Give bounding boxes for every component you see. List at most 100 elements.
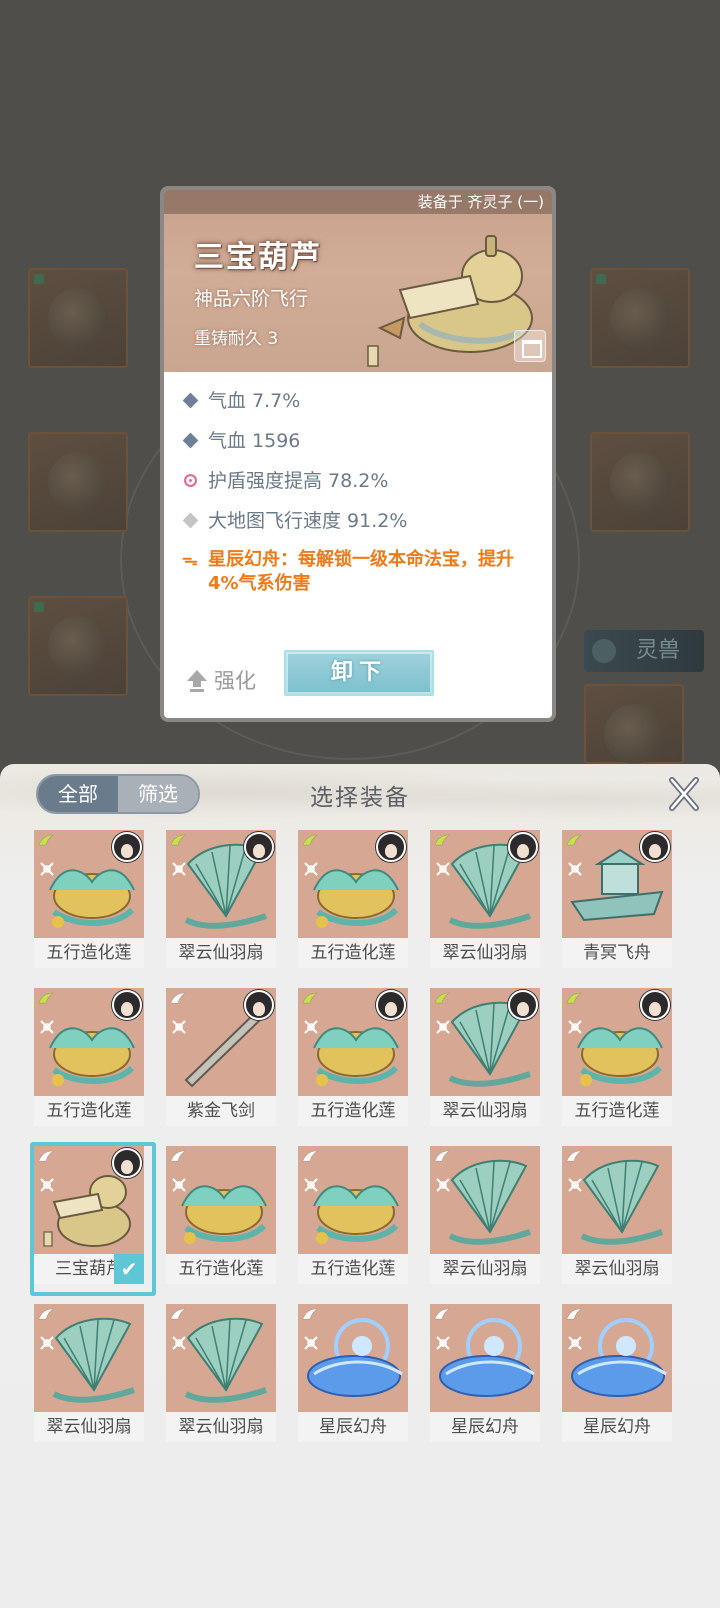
unequip-button[interactable]: 卸下 xyxy=(284,650,434,696)
equipment-name: 翠云仙羽扇 xyxy=(430,1096,540,1126)
equipment-tile[interactable]: 翠云仙羽扇 xyxy=(166,1304,276,1442)
equipment-artwork xyxy=(562,830,672,938)
item-image xyxy=(307,1318,403,1397)
equipment-tile[interactable]: 翠云仙羽扇 xyxy=(166,830,276,968)
item-image xyxy=(43,1175,131,1247)
equipment-tile[interactable]: 翠云仙羽扇 xyxy=(430,830,540,968)
equipment-name: 五行造化莲 xyxy=(562,1096,672,1126)
equipment-tile[interactable]: 星辰幻舟 xyxy=(298,1304,408,1442)
equipment-artwork xyxy=(34,830,144,938)
scene-equip-slot xyxy=(28,432,128,532)
equipment-tile[interactable]: 三宝葫芦 ✔ xyxy=(30,1142,156,1296)
attribute-list: 气血 7.7% 气血 1596 护盾强度提高 78.2% 大地图飞行速度 91.… xyxy=(182,388,542,610)
equipment-tile[interactable]: 五行造化莲 xyxy=(34,988,144,1126)
wing-rank-icon xyxy=(302,992,318,1004)
wing-rank-icon xyxy=(170,1150,186,1162)
equipment-tile[interactable]: 青冥飞舟 xyxy=(562,830,672,968)
equipment-tile[interactable]: 五行造化莲 xyxy=(298,988,408,1126)
upgrade-arrow-icon xyxy=(187,670,207,692)
equipment-tile[interactable]: 五行造化莲 xyxy=(562,988,672,1126)
wing-rank-icon xyxy=(170,834,186,846)
owner-avatar xyxy=(244,832,274,862)
element-rune-icon xyxy=(568,1336,582,1350)
lock-toggle-button[interactable] xyxy=(514,330,546,362)
equipment-name: 五行造化莲 xyxy=(298,1096,408,1126)
wing-rank-icon xyxy=(566,834,582,846)
equipment-tile[interactable]: 星辰幻舟 xyxy=(562,1304,672,1442)
element-rune-icon xyxy=(436,1178,450,1192)
equipment-tile[interactable]: 星辰幻舟 xyxy=(430,1304,540,1442)
enhance-button[interactable]: 强化 xyxy=(184,666,256,696)
equipment-tile[interactable]: 五行造化莲 xyxy=(298,830,408,968)
wing-rank-icon xyxy=(170,992,186,1004)
attribute-row: 气血 7.7% xyxy=(182,388,542,414)
panel-title: 选择装备 xyxy=(310,785,410,811)
wing-rank-icon xyxy=(38,834,54,846)
wing-rank-icon xyxy=(170,1308,186,1320)
element-rune-icon xyxy=(304,1336,318,1350)
element-rune-icon xyxy=(304,862,318,876)
equipment-tile[interactable]: 五行造化莲 xyxy=(34,830,144,968)
equipment-tile[interactable]: 翠云仙羽扇 xyxy=(430,1146,540,1284)
close-icon[interactable] xyxy=(666,774,702,814)
element-rune-icon xyxy=(304,1178,318,1192)
equipment-tile[interactable]: 翠云仙羽扇 xyxy=(34,1304,144,1442)
element-rune-icon xyxy=(436,1020,450,1034)
owner-avatar xyxy=(112,832,142,862)
equipment-tile[interactable]: 翠云仙羽扇 xyxy=(430,988,540,1126)
scene-equip-slot xyxy=(584,684,684,764)
special-effect-text: 星辰幻舟：每解锁一级本命法宝，提升4%气系伤害 xyxy=(208,549,514,594)
equipment-tile[interactable]: 翠云仙羽扇 xyxy=(562,1146,672,1284)
item-image xyxy=(448,1159,531,1245)
attribute-text: 大地图飞行速度 91.2% xyxy=(208,510,408,532)
diamond-icon xyxy=(182,392,199,409)
element-rune-icon xyxy=(568,862,582,876)
owner-avatar xyxy=(112,1148,142,1178)
attribute-text: 护盾强度提高 78.2% xyxy=(208,470,389,492)
spirit-beast-icon xyxy=(592,639,616,663)
equipment-artwork xyxy=(34,988,144,1096)
wing-rank-icon xyxy=(434,834,450,846)
equipment-name: 五行造化莲 xyxy=(34,1096,144,1126)
element-rune-icon xyxy=(568,1020,582,1034)
equipment-tile[interactable]: 五行造化莲 xyxy=(166,1146,276,1284)
wing-rank-icon xyxy=(38,1308,54,1320)
element-rune-icon xyxy=(304,1020,318,1034)
element-rune-icon xyxy=(40,862,54,876)
wing-rank-icon xyxy=(302,834,318,846)
equipment-name: 星辰幻舟 xyxy=(298,1412,408,1442)
element-rune-icon xyxy=(40,1020,54,1034)
equipment-tile[interactable]: 五行造化莲 xyxy=(298,1146,408,1284)
equipment-artwork xyxy=(166,1146,276,1254)
enhance-label: 强化 xyxy=(214,669,256,693)
equipment-artwork xyxy=(298,988,408,1096)
equipment-name: 翠云仙羽扇 xyxy=(562,1254,672,1284)
item-durability: 重铸耐久 3 xyxy=(194,329,279,349)
owner-avatar xyxy=(244,990,274,1020)
wing-rank-icon xyxy=(434,1150,450,1162)
diamond-icon xyxy=(182,432,199,449)
equipment-name: 翠云仙羽扇 xyxy=(166,1412,276,1442)
spirit-beast-label: 灵兽 xyxy=(635,638,680,663)
equipment-name: 紫金飞剑 xyxy=(166,1096,276,1126)
owner-avatar xyxy=(112,990,142,1020)
item-image xyxy=(181,1185,267,1244)
detail-header: 装备于 齐灵子 (一) 三宝葫芦 神品六阶飞行 重铸耐久 3 xyxy=(164,190,552,372)
equipment-tile[interactable]: 紫金飞剑 xyxy=(166,988,276,1126)
element-rune-icon xyxy=(40,1178,54,1192)
attribute-row: 护盾强度提高 78.2% xyxy=(182,468,542,494)
equipment-artwork xyxy=(430,1146,540,1254)
element-rune-icon xyxy=(568,1178,582,1192)
element-rune-icon xyxy=(436,862,450,876)
item-grade: 神品六阶飞行 xyxy=(194,288,309,310)
item-image xyxy=(439,1318,535,1397)
spirit-beast-button: 灵兽 xyxy=(584,630,704,672)
owner-avatar xyxy=(640,990,670,1020)
element-rune-icon xyxy=(172,862,186,876)
attribute-row: 大地图飞行速度 91.2% xyxy=(182,508,542,534)
equipment-artwork xyxy=(430,988,540,1096)
check-icon: ✔ xyxy=(114,1254,144,1284)
equipment-name: 翠云仙羽扇 xyxy=(34,1412,144,1442)
equipment-artwork xyxy=(562,988,672,1096)
wing-rank-icon xyxy=(566,1150,582,1162)
